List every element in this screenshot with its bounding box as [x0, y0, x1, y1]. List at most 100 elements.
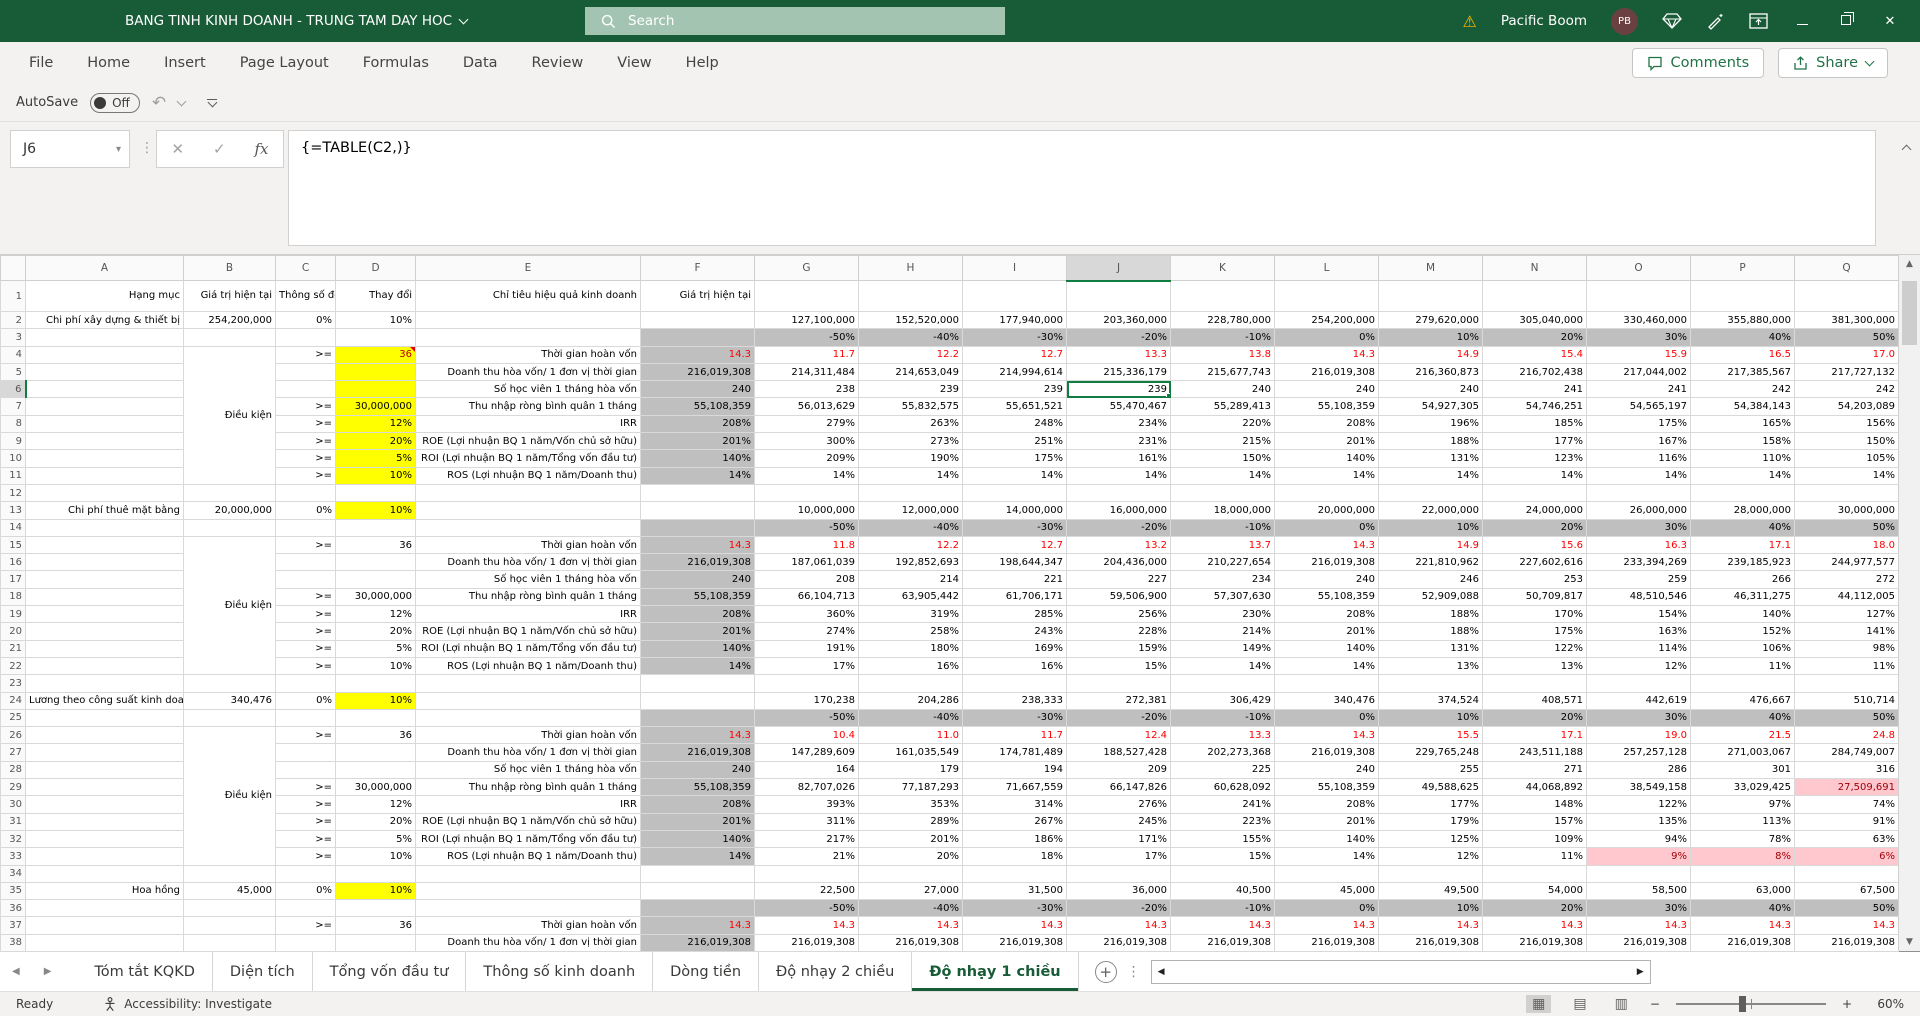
- cell-L26[interactable]: 14.3: [1274, 726, 1379, 745]
- cell-F29[interactable]: 55,108,359: [640, 778, 755, 797]
- cell-E15[interactable]: Thời gian hoàn vốn: [415, 535, 641, 555]
- cell-H9[interactable]: 273%: [858, 432, 963, 451]
- cell-L34[interactable]: [1274, 864, 1379, 883]
- cell-O26[interactable]: 19.0: [1586, 726, 1691, 745]
- cell-E17[interactable]: Số học viên 1 tháng hòa vốn: [415, 570, 641, 589]
- avatar[interactable]: PB: [1611, 7, 1638, 35]
- cell-N14[interactable]: 20%: [1482, 518, 1587, 537]
- cell-Q15[interactable]: 18.0: [1794, 535, 1899, 555]
- cell-F7[interactable]: 55,108,359: [640, 397, 755, 416]
- cell-J38[interactable]: 216,019,308: [1066, 933, 1171, 952]
- cell-D30[interactable]: 12%: [335, 795, 416, 814]
- cell-I22[interactable]: 16%: [962, 656, 1067, 676]
- cell-E29[interactable]: Thu nhập ròng bình quân 1 tháng: [415, 778, 641, 797]
- cell-A11[interactable]: [25, 466, 184, 485]
- cell-N31[interactable]: 157%: [1482, 812, 1587, 831]
- cell-G33[interactable]: 21%: [754, 847, 859, 866]
- cell-I10[interactable]: 175%: [962, 449, 1067, 468]
- confirm-entry-button[interactable]: ✓: [213, 140, 226, 158]
- cell-M14[interactable]: 10%: [1378, 518, 1483, 537]
- cell-B23[interactable]: [183, 674, 276, 693]
- cell-O3[interactable]: 30%: [1586, 328, 1691, 347]
- cell-I25[interactable]: -30%: [962, 708, 1067, 728]
- cell-L11[interactable]: 14%: [1274, 466, 1379, 485]
- cell-J7[interactable]: 55,470,467: [1066, 397, 1171, 416]
- cell-I9[interactable]: 251%: [962, 432, 1067, 451]
- cell-F17[interactable]: 240: [640, 570, 755, 589]
- cell-N34[interactable]: [1482, 864, 1587, 883]
- cell-P13[interactable]: 28,000,000: [1690, 501, 1795, 520]
- cell-C38[interactable]: [275, 933, 336, 952]
- row-header-27[interactable]: 27: [0, 743, 26, 762]
- cell-F12[interactable]: [640, 483, 755, 503]
- cell-N38[interactable]: 216,019,308: [1482, 933, 1587, 952]
- cell-C25[interactable]: [275, 708, 336, 728]
- cell-I36[interactable]: -30%: [962, 899, 1067, 918]
- cell-Q7[interactable]: 54,203,089: [1794, 397, 1899, 416]
- cell-L4[interactable]: 14.3: [1274, 345, 1379, 364]
- cell-K20[interactable]: 214%: [1170, 622, 1275, 641]
- row-header-30[interactable]: 30: [0, 795, 26, 814]
- cell-M1[interactable]: [1378, 280, 1483, 312]
- page-layout-view-button[interactable]: ▤: [1567, 995, 1592, 1013]
- cell-B4[interactable]: Điều kiện: [183, 345, 276, 485]
- cell-P10[interactable]: 110%: [1690, 449, 1795, 468]
- cell-D17[interactable]: [335, 570, 416, 589]
- cell-E14[interactable]: [415, 518, 641, 537]
- cell-M20[interactable]: 188%: [1378, 622, 1483, 641]
- cell-M19[interactable]: 188%: [1378, 605, 1483, 624]
- cell-M27[interactable]: 229,765,248: [1378, 743, 1483, 762]
- scroll-down-icon[interactable]: ▼: [1906, 937, 1913, 947]
- row-header-22[interactable]: 22: [0, 656, 26, 676]
- cell-Q37[interactable]: 14.3: [1794, 916, 1899, 935]
- cell-D36[interactable]: [335, 899, 416, 918]
- col-header-K[interactable]: K: [1170, 255, 1275, 281]
- cell-J6[interactable]: 239: [1066, 380, 1171, 399]
- cell-A27[interactable]: [25, 743, 184, 762]
- cell-L1[interactable]: [1274, 280, 1379, 312]
- cell-C12[interactable]: [275, 483, 336, 503]
- cell-P4[interactable]: 16.5: [1690, 345, 1795, 364]
- cell-O2[interactable]: 330,460,000: [1586, 310, 1691, 330]
- row-header-1[interactable]: 1: [0, 280, 26, 312]
- cell-O6[interactable]: 241: [1586, 380, 1691, 399]
- cell-H6[interactable]: 239: [858, 380, 963, 399]
- cell-B3[interactable]: [183, 328, 276, 347]
- cell-F27[interactable]: 216,019,308: [640, 743, 755, 762]
- cell-C15[interactable]: >=: [275, 535, 336, 555]
- cell-H31[interactable]: 289%: [858, 812, 963, 831]
- cell-J14[interactable]: -20%: [1066, 518, 1171, 537]
- cell-O31[interactable]: 135%: [1586, 812, 1691, 831]
- cell-H11[interactable]: 14%: [858, 466, 963, 485]
- cell-F31[interactable]: 201%: [640, 812, 755, 831]
- cell-O10[interactable]: 116%: [1586, 449, 1691, 468]
- cell-B13[interactable]: 20,000,000: [183, 501, 276, 520]
- share-button[interactable]: Share: [1778, 48, 1888, 78]
- cell-K22[interactable]: 14%: [1170, 656, 1275, 676]
- cell-C8[interactable]: >=: [275, 414, 336, 434]
- sheet-tab[interactable]: Dòng tiền: [653, 952, 760, 991]
- cell-Q6[interactable]: 242: [1794, 380, 1899, 399]
- cell-M32[interactable]: 125%: [1378, 829, 1483, 849]
- cell-I33[interactable]: 18%: [962, 847, 1067, 866]
- cell-Q28[interactable]: 316: [1794, 760, 1899, 780]
- cell-E25[interactable]: [415, 708, 641, 728]
- cell-I23[interactable]: [962, 674, 1067, 693]
- cell-N36[interactable]: 20%: [1482, 899, 1587, 918]
- cell-H26[interactable]: 11.0: [858, 726, 963, 745]
- cell-B26[interactable]: Điều kiện: [183, 726, 276, 866]
- cell-G11[interactable]: 14%: [754, 466, 859, 485]
- cell-G31[interactable]: 311%: [754, 812, 859, 831]
- cell-C28[interactable]: [275, 760, 336, 780]
- row-header-24[interactable]: 24: [0, 691, 26, 710]
- cell-Q31[interactable]: 91%: [1794, 812, 1899, 831]
- select-all-corner[interactable]: [0, 255, 26, 281]
- cell-F24[interactable]: [640, 691, 755, 710]
- row-header-36[interactable]: 36: [0, 899, 26, 918]
- cell-J25[interactable]: -20%: [1066, 708, 1171, 728]
- cell-L9[interactable]: 201%: [1274, 432, 1379, 451]
- cell-F18[interactable]: 55,108,359: [640, 587, 755, 607]
- cell-O27[interactable]: 257,257,128: [1586, 743, 1691, 762]
- row-header-16[interactable]: 16: [0, 553, 26, 572]
- cell-H2[interactable]: 152,520,000: [858, 310, 963, 330]
